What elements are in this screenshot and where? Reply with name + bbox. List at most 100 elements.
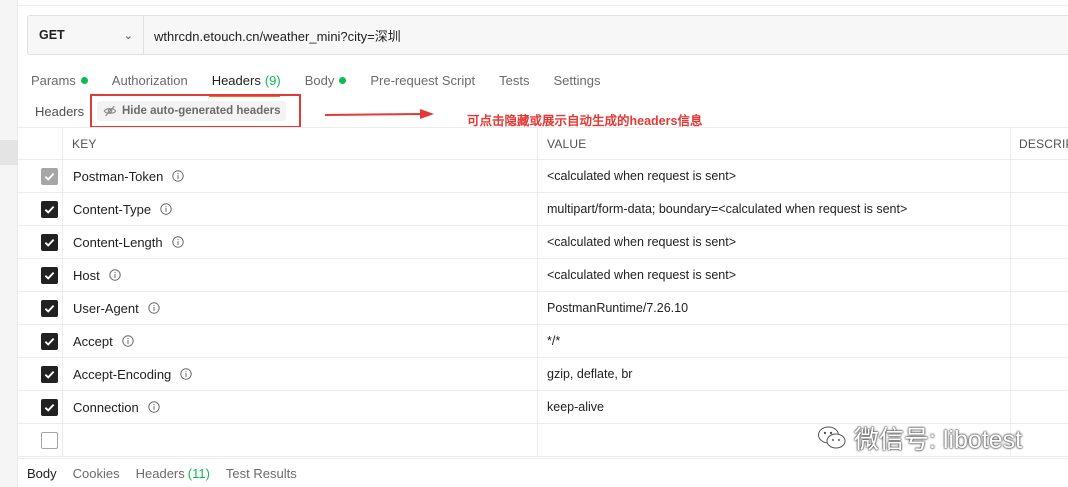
url-input[interactable]: wthrcdn.etouch.cn/weather_mini?city=深圳 — [144, 26, 401, 45]
info-icon[interactable] — [160, 203, 172, 215]
description-cell[interactable] — [1011, 325, 1068, 357]
header-key: User-Agent — [73, 300, 139, 316]
description-cell[interactable] — [1011, 193, 1068, 225]
header-key: Accept — [73, 333, 113, 349]
table-row: Accept-Encoding gzip, deflate, br — [18, 358, 1068, 391]
header-value: <calculated when request is sent> — [547, 268, 737, 282]
table-row: Accept */* — [18, 325, 1068, 358]
checkbox-icon[interactable] — [41, 234, 58, 251]
tab-label: Tests — [499, 72, 530, 88]
tab-label: Pre-request Script — [370, 72, 476, 88]
description-cell[interactable] — [1011, 391, 1068, 423]
header-value: multipart/form-data; boundary=<calculate… — [547, 202, 908, 216]
response-tab-count: (11) — [187, 465, 210, 481]
key-input[interactable] — [63, 424, 538, 456]
info-icon[interactable] — [180, 368, 192, 380]
header-value: PostmanRuntime/7.26.10 — [547, 301, 689, 315]
key-cell[interactable]: Connection — [63, 391, 538, 423]
info-icon[interactable] — [171, 236, 184, 248]
key-cell[interactable]: Content-Length — [63, 226, 538, 258]
value-cell[interactable]: gzip, deflate, br — [538, 358, 1011, 390]
tab-settings[interactable]: Settings — [553, 73, 600, 88]
checkbox-icon[interactable] — [41, 432, 58, 449]
headers-table: KEY VALUE DESCRIP Postman-Token <calcula… — [18, 127, 1068, 457]
response-tab-cookies[interactable]: Cookies — [73, 466, 120, 481]
header-key: Accept-Encoding — [73, 366, 172, 382]
description-cell[interactable] — [1011, 358, 1068, 390]
key-cell[interactable]: User-Agent — [63, 292, 538, 324]
description-cell[interactable] — [1011, 259, 1068, 291]
annotation-arrow-icon — [324, 109, 434, 119]
response-tab-label: Headers — [135, 465, 185, 481]
annotation-highlight-box — [90, 94, 301, 128]
tab-authorization[interactable]: Authorization — [112, 73, 188, 88]
header-value: <calculated when request is sent> — [547, 169, 737, 183]
headers-section-label: Headers — [35, 104, 85, 119]
header-key: Connection — [73, 399, 139, 415]
checkbox-icon[interactable] — [41, 399, 58, 416]
description-cell[interactable] — [1011, 226, 1068, 258]
tab-label: Headers — [211, 72, 261, 88]
description-cell[interactable] — [1011, 292, 1068, 324]
response-tab-body[interactable]: Body — [27, 466, 57, 481]
tab-count: (9) — [264, 72, 281, 88]
value-cell[interactable]: <calculated when request is sent> — [538, 226, 1011, 258]
header-key: Postman-Token — [73, 168, 164, 184]
tab-tests[interactable]: Tests — [499, 73, 529, 88]
key-cell[interactable]: Postman-Token — [63, 160, 538, 192]
response-tab-test-results[interactable]: Test Results — [226, 466, 297, 481]
value-cell[interactable]: PostmanRuntime/7.26.10 — [538, 292, 1011, 324]
tab-label: Settings — [553, 72, 601, 88]
chevron-down-icon: ⌄ — [123, 30, 133, 42]
value-cell[interactable]: <calculated when request is sent> — [538, 259, 1011, 291]
column-header-description: DESCRIP — [1019, 136, 1068, 151]
checkbox-icon[interactable] — [41, 267, 58, 284]
checkbox-icon[interactable] — [41, 333, 58, 350]
sidebar-edge — [0, 0, 18, 487]
top-divider — [18, 0, 1068, 6]
info-icon[interactable] — [148, 302, 160, 314]
column-header-value: VALUE — [538, 128, 1011, 159]
tab-body[interactable]: Body — [305, 73, 347, 88]
status-dot — [339, 76, 347, 84]
tab-headers[interactable]: Headers (9) — [212, 73, 281, 88]
key-cell[interactable]: Accept-Encoding — [63, 358, 538, 390]
info-icon[interactable] — [122, 335, 134, 347]
header-value: <calculated when request is sent> — [547, 235, 737, 249]
header-key: Host — [73, 267, 100, 283]
value-cell[interactable]: multipart/form-data; boundary=<calculate… — [538, 193, 1011, 225]
response-tab-label: Cookies — [72, 465, 120, 481]
table-row: Content-Type multipart/form-data; bounda… — [18, 193, 1068, 226]
header-key: Content-Type — [73, 201, 152, 217]
header-key: Content-Length — [73, 234, 163, 250]
tab-label: Params — [31, 72, 76, 88]
response-tabs: Body Cookies Headers (11) Test Results — [18, 458, 1068, 487]
info-icon[interactable] — [172, 170, 185, 182]
info-icon[interactable] — [109, 269, 121, 281]
tab-params[interactable]: Params — [31, 73, 88, 88]
sidebar-selection-mark — [0, 140, 18, 165]
value-cell[interactable]: keep-alive — [538, 391, 1011, 423]
key-cell[interactable]: Accept — [63, 325, 538, 357]
header-value: */* — [547, 334, 561, 348]
response-tab-headers[interactable]: Headers (11) — [136, 466, 210, 481]
tab-pre-request-script[interactable]: Pre-request Script — [370, 73, 475, 88]
description-cell[interactable] — [1011, 160, 1068, 192]
key-cell[interactable]: Content-Type — [63, 193, 538, 225]
checkbox-icon[interactable] — [41, 201, 58, 218]
table-row: Content-Length <calculated when request … — [18, 226, 1068, 259]
checkbox-icon[interactable] — [41, 300, 58, 317]
checkbox-icon[interactable] — [41, 366, 58, 383]
key-cell[interactable]: Host — [63, 259, 538, 291]
method-select[interactable]: GET ⌄ — [28, 16, 144, 54]
info-icon[interactable] — [148, 401, 160, 413]
request-url-bar: GET ⌄ wthrcdn.etouch.cn/weather_mini?cit… — [27, 15, 1068, 55]
value-cell[interactable]: <calculated when request is sent> — [538, 160, 1011, 192]
method-label: GET — [39, 28, 65, 42]
header-value: keep-alive — [547, 400, 604, 414]
request-tabs: Params Authorization Headers (9) Body Pr… — [31, 70, 624, 90]
header-cell-checkbox — [18, 128, 63, 159]
header-value: gzip, deflate, br — [547, 367, 633, 381]
value-cell[interactable]: */* — [538, 325, 1011, 357]
checkbox-icon — [41, 168, 58, 185]
